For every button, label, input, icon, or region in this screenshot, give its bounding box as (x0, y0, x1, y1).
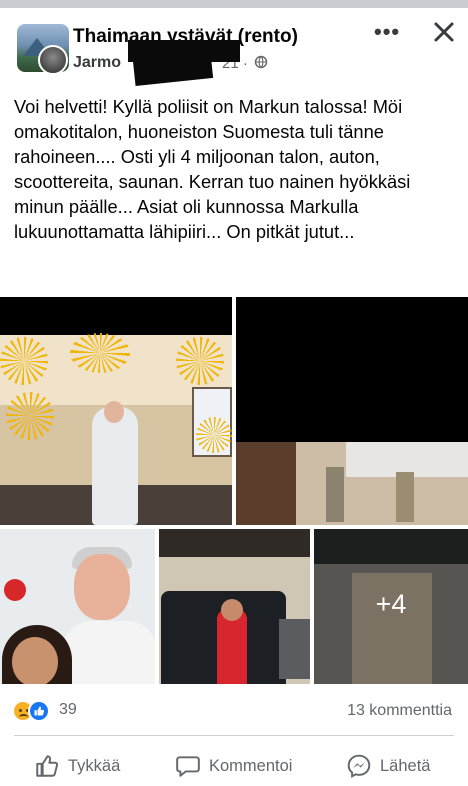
close-icon[interactable] (432, 20, 456, 44)
send-label: Lähetä (380, 756, 431, 775)
like-button[interactable]: Tykkää (34, 752, 120, 780)
photo-more-overlay[interactable]: +4 (314, 529, 468, 684)
like-reaction-icon (28, 700, 50, 722)
post-text: Voi helvetti! Kyllä poliisit on Markun t… (14, 96, 411, 242)
author-name[interactable]: Jarmo (73, 54, 121, 72)
divider (14, 735, 454, 736)
messenger-icon (347, 754, 371, 778)
reaction-count: 39 (59, 701, 77, 718)
send-button[interactable]: Lähetä (346, 752, 430, 780)
comment-label: Kommentoi (209, 756, 293, 775)
comment-bubble-icon (176, 756, 200, 777)
photo-car-and-girl[interactable] (159, 529, 310, 684)
top-strip (0, 0, 468, 8)
photo-living-room[interactable] (0, 297, 232, 525)
thumbs-up-icon (36, 755, 59, 777)
author-avatar[interactable] (38, 45, 68, 75)
comment-button[interactable]: Kommentoi (175, 752, 292, 780)
comments-count[interactable]: 13 kommenttia (347, 702, 452, 720)
more-dots-icon[interactable]: ••• (374, 21, 400, 43)
photo-couple-selfie[interactable] (0, 529, 155, 684)
more-photos-count: +4 (375, 589, 407, 619)
globe-icon (254, 55, 268, 69)
like-label: Tykkää (68, 756, 121, 775)
photo-police-in-house[interactable] (236, 297, 468, 525)
